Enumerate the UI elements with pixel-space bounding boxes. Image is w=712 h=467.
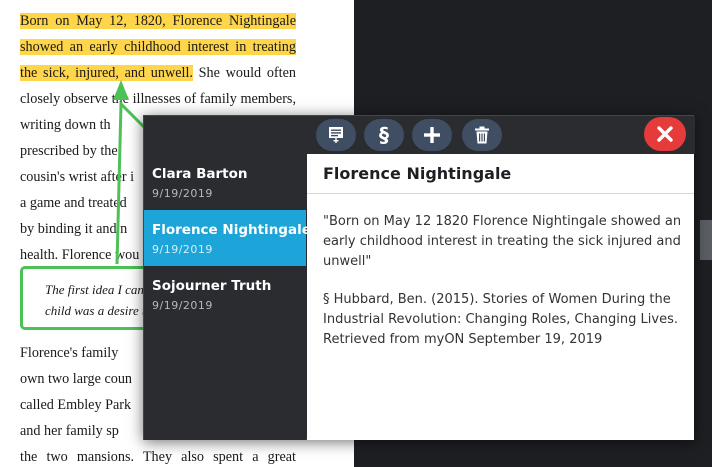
section-icon: § (379, 123, 389, 147)
book-text: health. Florence wou (20, 247, 140, 263)
note-detail-title: Florence Nightingale (307, 154, 694, 194)
note-item-title: Sojourner Truth (152, 278, 272, 294)
book-text-line: the sick, injured, and unwell. She would… (20, 60, 296, 86)
book-text: called Embley Park (20, 397, 132, 413)
note-item-date: 9/19/2019 (152, 299, 213, 312)
add-button[interactable] (412, 119, 452, 151)
add-note-button[interactable] (316, 119, 356, 151)
note-icon (329, 127, 343, 143)
book-text-line: closely observe the illnesses of family … (20, 86, 296, 112)
close-button[interactable] (644, 117, 686, 151)
book-text-line: Born on May 12, 1820, Florence Nightinga… (20, 8, 296, 34)
note-list-item[interactable]: Clara Barton 9/19/2019 (144, 154, 306, 210)
book-text-line: the two mansions. They also spent a grea… (20, 444, 296, 467)
book-text: writing down th (20, 117, 111, 133)
book-text: the two mansions. They also spent a grea… (20, 449, 296, 465)
note-item-title: Clara Barton (152, 166, 248, 182)
note-list-item[interactable]: Sojourner Truth 9/19/2019 (144, 266, 306, 322)
note-citation: § Hubbard, Ben. (2015). Stories of Women… (323, 292, 678, 347)
book-text: own two large coun (20, 371, 133, 387)
book-text: She would often (192, 65, 296, 81)
note-quote: "Born on May 12 1820 Florence Nightingal… (323, 214, 682, 269)
note-item-date: 9/19/2019 (152, 187, 213, 200)
note-list-item[interactable]: Florence Nightingale 9/19/2019 (144, 210, 311, 266)
book-text: and her family sp (20, 423, 119, 439)
plus-icon (424, 127, 440, 143)
notes-toolbar: § (144, 116, 695, 154)
book-text: Florence's family (20, 345, 119, 361)
highlighted-text[interactable]: Born on May 12, 1820, Florence Nightinga… (20, 13, 296, 29)
note-detail: Florence Nightingale "Born on May 12 182… (307, 154, 694, 440)
book-text: a game and treated (20, 195, 127, 211)
trash-icon (475, 126, 489, 144)
note-detail-body[interactable]: "Born on May 12 1820 Florence Nightingal… (323, 212, 685, 368)
book-text-line: showed an early childhood interest in tr… (20, 34, 296, 60)
notes-popup: § Clara Barton 9/19/2019 Florence Nighti… (143, 115, 695, 440)
book-text: prescribed by the (20, 143, 118, 159)
notes-list: Clara Barton 9/19/2019 Florence Nightingal… (144, 154, 311, 440)
book-text: by binding it and n (20, 221, 128, 237)
note-item-title: Florence Nightingale (152, 222, 311, 238)
close-icon (657, 126, 673, 142)
scrollbar-handle[interactable] (700, 220, 712, 260)
citation-button[interactable]: § (364, 119, 404, 151)
book-text: cousin's wrist after i (20, 169, 135, 185)
highlighted-text[interactable]: showed an early childhood interest in tr… (20, 39, 296, 55)
delete-button[interactable] (462, 119, 502, 151)
highlighted-text[interactable]: the sick, injured, and unwell. (20, 65, 193, 81)
book-text: closely observe the illnesses of family … (20, 91, 296, 107)
note-item-date: 9/19/2019 (152, 243, 213, 256)
